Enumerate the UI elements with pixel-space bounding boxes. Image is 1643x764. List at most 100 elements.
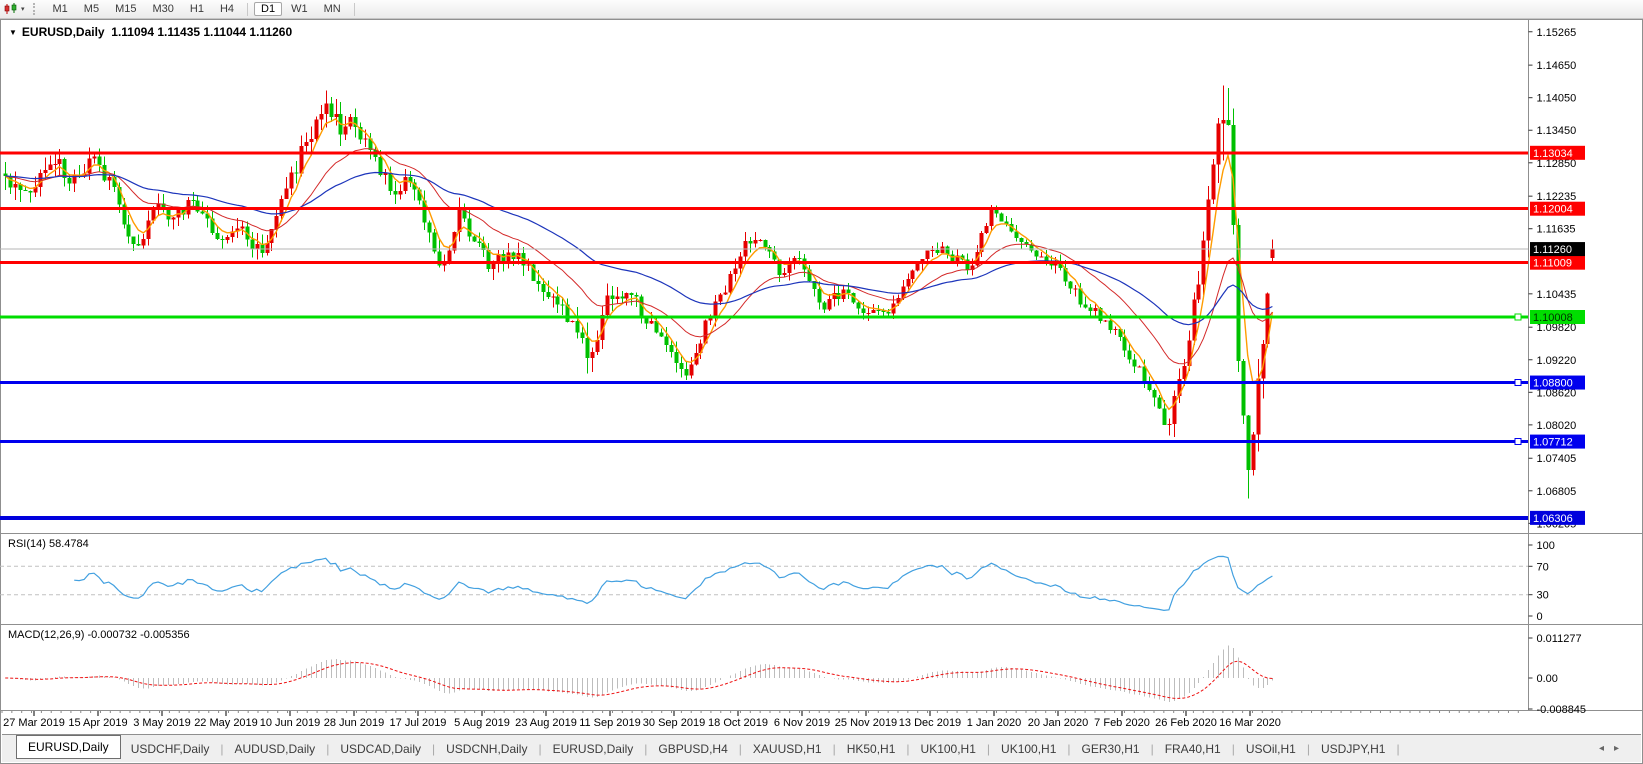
svg-text:1.12004: 1.12004 xyxy=(1533,204,1573,216)
tab-eurusd-daily[interactable]: EURUSD,Daily xyxy=(16,735,121,759)
chart-tabs: EURUSD,Daily USDCHF,Daily | AUDUSD,Daily | US… xyxy=(16,735,1401,759)
svg-text:1.10008: 1.10008 xyxy=(1533,312,1573,324)
timeframe-button-m30[interactable]: M30 xyxy=(145,2,180,16)
tab-usdcnh-daily[interactable]: USDCNH,Daily xyxy=(436,739,537,759)
price-line-label: 1.13034 xyxy=(1530,145,1585,160)
timeframe-button-m5[interactable]: M5 xyxy=(77,2,106,16)
timeframe-button-h1[interactable]: H1 xyxy=(183,2,211,16)
chart-title-ohlc: 1.11094 1.11435 1.11044 1.11260 xyxy=(111,25,293,39)
macd-histogram xyxy=(10,645,1273,702)
svg-text:7 Feb 2020: 7 Feb 2020 xyxy=(1094,717,1150,729)
svg-text:1.11635: 1.11635 xyxy=(1537,224,1576,236)
svg-text:10 Jun 2019: 10 Jun 2019 xyxy=(260,717,321,729)
horizontal-price-line[interactable] xyxy=(0,379,1528,387)
timeframe-button-h4[interactable]: H4 xyxy=(213,2,241,16)
timeframe-button-m1[interactable]: M1 xyxy=(46,2,75,16)
svg-text:1.11260: 1.11260 xyxy=(1533,244,1572,256)
timeframe-button-d1[interactable]: D1 xyxy=(254,2,283,16)
svg-text:70: 70 xyxy=(1537,561,1549,573)
svg-text:13 Dec 2019: 13 Dec 2019 xyxy=(899,717,961,729)
svg-text:1.09820: 1.09820 xyxy=(1537,322,1577,334)
svg-text:1.13034: 1.13034 xyxy=(1533,148,1573,160)
tab-usdjpy-h1[interactable]: USDJPY,H1 xyxy=(1311,739,1395,759)
price-chart-canvas[interactable]: 1.152651.146501.140501.134501.128501.122… xyxy=(0,0,1643,764)
tab-uk100-h1[interactable]: UK100,H1 xyxy=(911,739,986,759)
svg-text:1.13450: 1.13450 xyxy=(1537,125,1577,137)
horizontal-price-line[interactable] xyxy=(0,313,1528,321)
svg-text:16 Mar 2020: 16 Mar 2020 xyxy=(1219,717,1281,729)
svg-text:1.11009: 1.11009 xyxy=(1533,258,1572,270)
tab-usdcad-daily[interactable]: USDCAD,Daily xyxy=(330,739,431,759)
svg-text:0.00: 0.00 xyxy=(1537,673,1558,685)
price-axis[interactable]: 1.152651.146501.140501.134501.128501.122… xyxy=(1528,27,1577,531)
svg-text:30: 30 xyxy=(1537,590,1549,602)
svg-text:1.08800: 1.08800 xyxy=(1533,378,1573,390)
svg-text:22 May 2019: 22 May 2019 xyxy=(194,717,258,729)
svg-text:27 Mar 2019: 27 Mar 2019 xyxy=(3,717,65,729)
chart-window-border xyxy=(0,19,1643,764)
tab-usoil-h1[interactable]: USOil,H1 xyxy=(1236,739,1306,759)
tab-scroll-arrows: ◂▸ xyxy=(1599,743,1629,754)
svg-text:3 May 2019: 3 May 2019 xyxy=(133,717,190,729)
rsi-pane[interactable]: 100 70 30 0 xyxy=(0,540,1555,623)
svg-text:0: 0 xyxy=(1537,611,1543,623)
tab-uk100-h1[interactable]: UK100,H1 xyxy=(991,739,1066,759)
svg-text:30 Sep 2019: 30 Sep 2019 xyxy=(643,717,705,729)
svg-text:1.08020: 1.08020 xyxy=(1537,420,1577,432)
tab-gbpusd-h4[interactable]: GBPUSD,H4 xyxy=(648,739,737,759)
svg-text:20 Jan 2020: 20 Jan 2020 xyxy=(1028,717,1089,729)
timeframe-button-mn[interactable]: MN xyxy=(317,2,348,16)
tab-separator: | xyxy=(1396,741,1400,756)
tab-scroll-right-icon[interactable]: ▸ xyxy=(1614,743,1629,754)
svg-text:0.011277: 0.011277 xyxy=(1537,633,1582,645)
svg-text:28 Jun 2019: 28 Jun 2019 xyxy=(324,717,385,729)
svg-text:6 Nov 2019: 6 Nov 2019 xyxy=(774,717,830,729)
svg-text:5 Aug 2019: 5 Aug 2019 xyxy=(454,717,510,729)
price-line-label: 1.06306 xyxy=(1530,510,1585,525)
rsi-indicator-label: RSI(14) 58.4784 xyxy=(8,538,89,550)
toolbar-separator xyxy=(353,2,355,16)
svg-text:18 Oct 2019: 18 Oct 2019 xyxy=(708,717,768,729)
svg-text:1.14050: 1.14050 xyxy=(1537,93,1577,105)
price-line-label: 1.08800 xyxy=(1530,375,1585,390)
tab-audusd-daily[interactable]: AUDUSD,Daily xyxy=(225,739,326,759)
horizontal-price-line[interactable] xyxy=(0,438,1528,446)
chart-title: ▼ EURUSD,Daily 1.11094 1.11435 1.11044 1.… xyxy=(9,25,292,39)
time-axis[interactable]: 27 Mar 2019 15 Apr 2019 3 May 2019 22 May 2… xyxy=(1,711,1519,729)
svg-text:26 Feb 2020: 26 Feb 2020 xyxy=(1155,717,1217,729)
svg-text:1.06306: 1.06306 xyxy=(1533,513,1573,525)
macd-pane[interactable]: 0.011277 0.00 -0.008845 xyxy=(1528,633,1587,716)
candlestick-chart-icon xyxy=(4,3,17,14)
svg-text:-0.008845: -0.008845 xyxy=(1537,704,1587,716)
tab-xauusd-h1[interactable]: XAUUSD,H1 xyxy=(743,739,832,759)
svg-text:11 Sep 2019: 11 Sep 2019 xyxy=(579,717,641,729)
svg-text:1.15265: 1.15265 xyxy=(1537,27,1577,39)
svg-text:25 Nov 2019: 25 Nov 2019 xyxy=(835,717,897,729)
timeframe-toolbar: ▾ M1 M5 M15 M30 H1 H4 D1 W1 MN xyxy=(0,0,1643,19)
timeframe-button-w1[interactable]: W1 xyxy=(284,2,315,16)
price-line-label: 1.12004 xyxy=(1530,201,1585,216)
toolbar-separator xyxy=(247,2,249,16)
tab-hk50-h1[interactable]: HK50,H1 xyxy=(837,739,906,759)
price-line-label: 1.07712 xyxy=(1530,434,1585,449)
svg-text:1.07405: 1.07405 xyxy=(1537,453,1577,465)
tab-ger30-h1[interactable]: GER30,H1 xyxy=(1072,739,1150,759)
tab-usdchf-daily[interactable]: USDCHF,Daily xyxy=(121,739,220,759)
svg-text:1.10435: 1.10435 xyxy=(1537,289,1577,301)
price-line-label: 1.10008 xyxy=(1530,310,1585,324)
tab-fra40-h1[interactable]: FRA40,H1 xyxy=(1155,739,1231,759)
ma-mid-line xyxy=(5,148,1273,365)
tab-eurusd-daily[interactable]: EURUSD,Daily xyxy=(543,739,644,759)
tab-scroll-left-icon[interactable]: ◂ xyxy=(1599,743,1614,754)
timeframe-button-m15[interactable]: M15 xyxy=(108,2,143,16)
svg-text:1.06805: 1.06805 xyxy=(1537,486,1577,498)
svg-text:1 Jan 2020: 1 Jan 2020 xyxy=(967,717,1021,729)
svg-text:23 Aug 2019: 23 Aug 2019 xyxy=(515,717,577,729)
toolbar-drag-handle[interactable] xyxy=(32,3,38,15)
svg-text:1.12235: 1.12235 xyxy=(1537,191,1577,203)
chart-type-selector[interactable]: ▾ xyxy=(0,0,29,18)
svg-text:100: 100 xyxy=(1537,540,1555,552)
macd-indicator-label: MACD(12,26,9) -0.000732 -0.005356 xyxy=(8,629,190,641)
chart-menu-icon[interactable]: ▼ xyxy=(9,28,17,37)
chart-tab-bar: EURUSD,Daily USDCHF,Daily | AUDUSD,Daily | US… xyxy=(2,734,1641,762)
